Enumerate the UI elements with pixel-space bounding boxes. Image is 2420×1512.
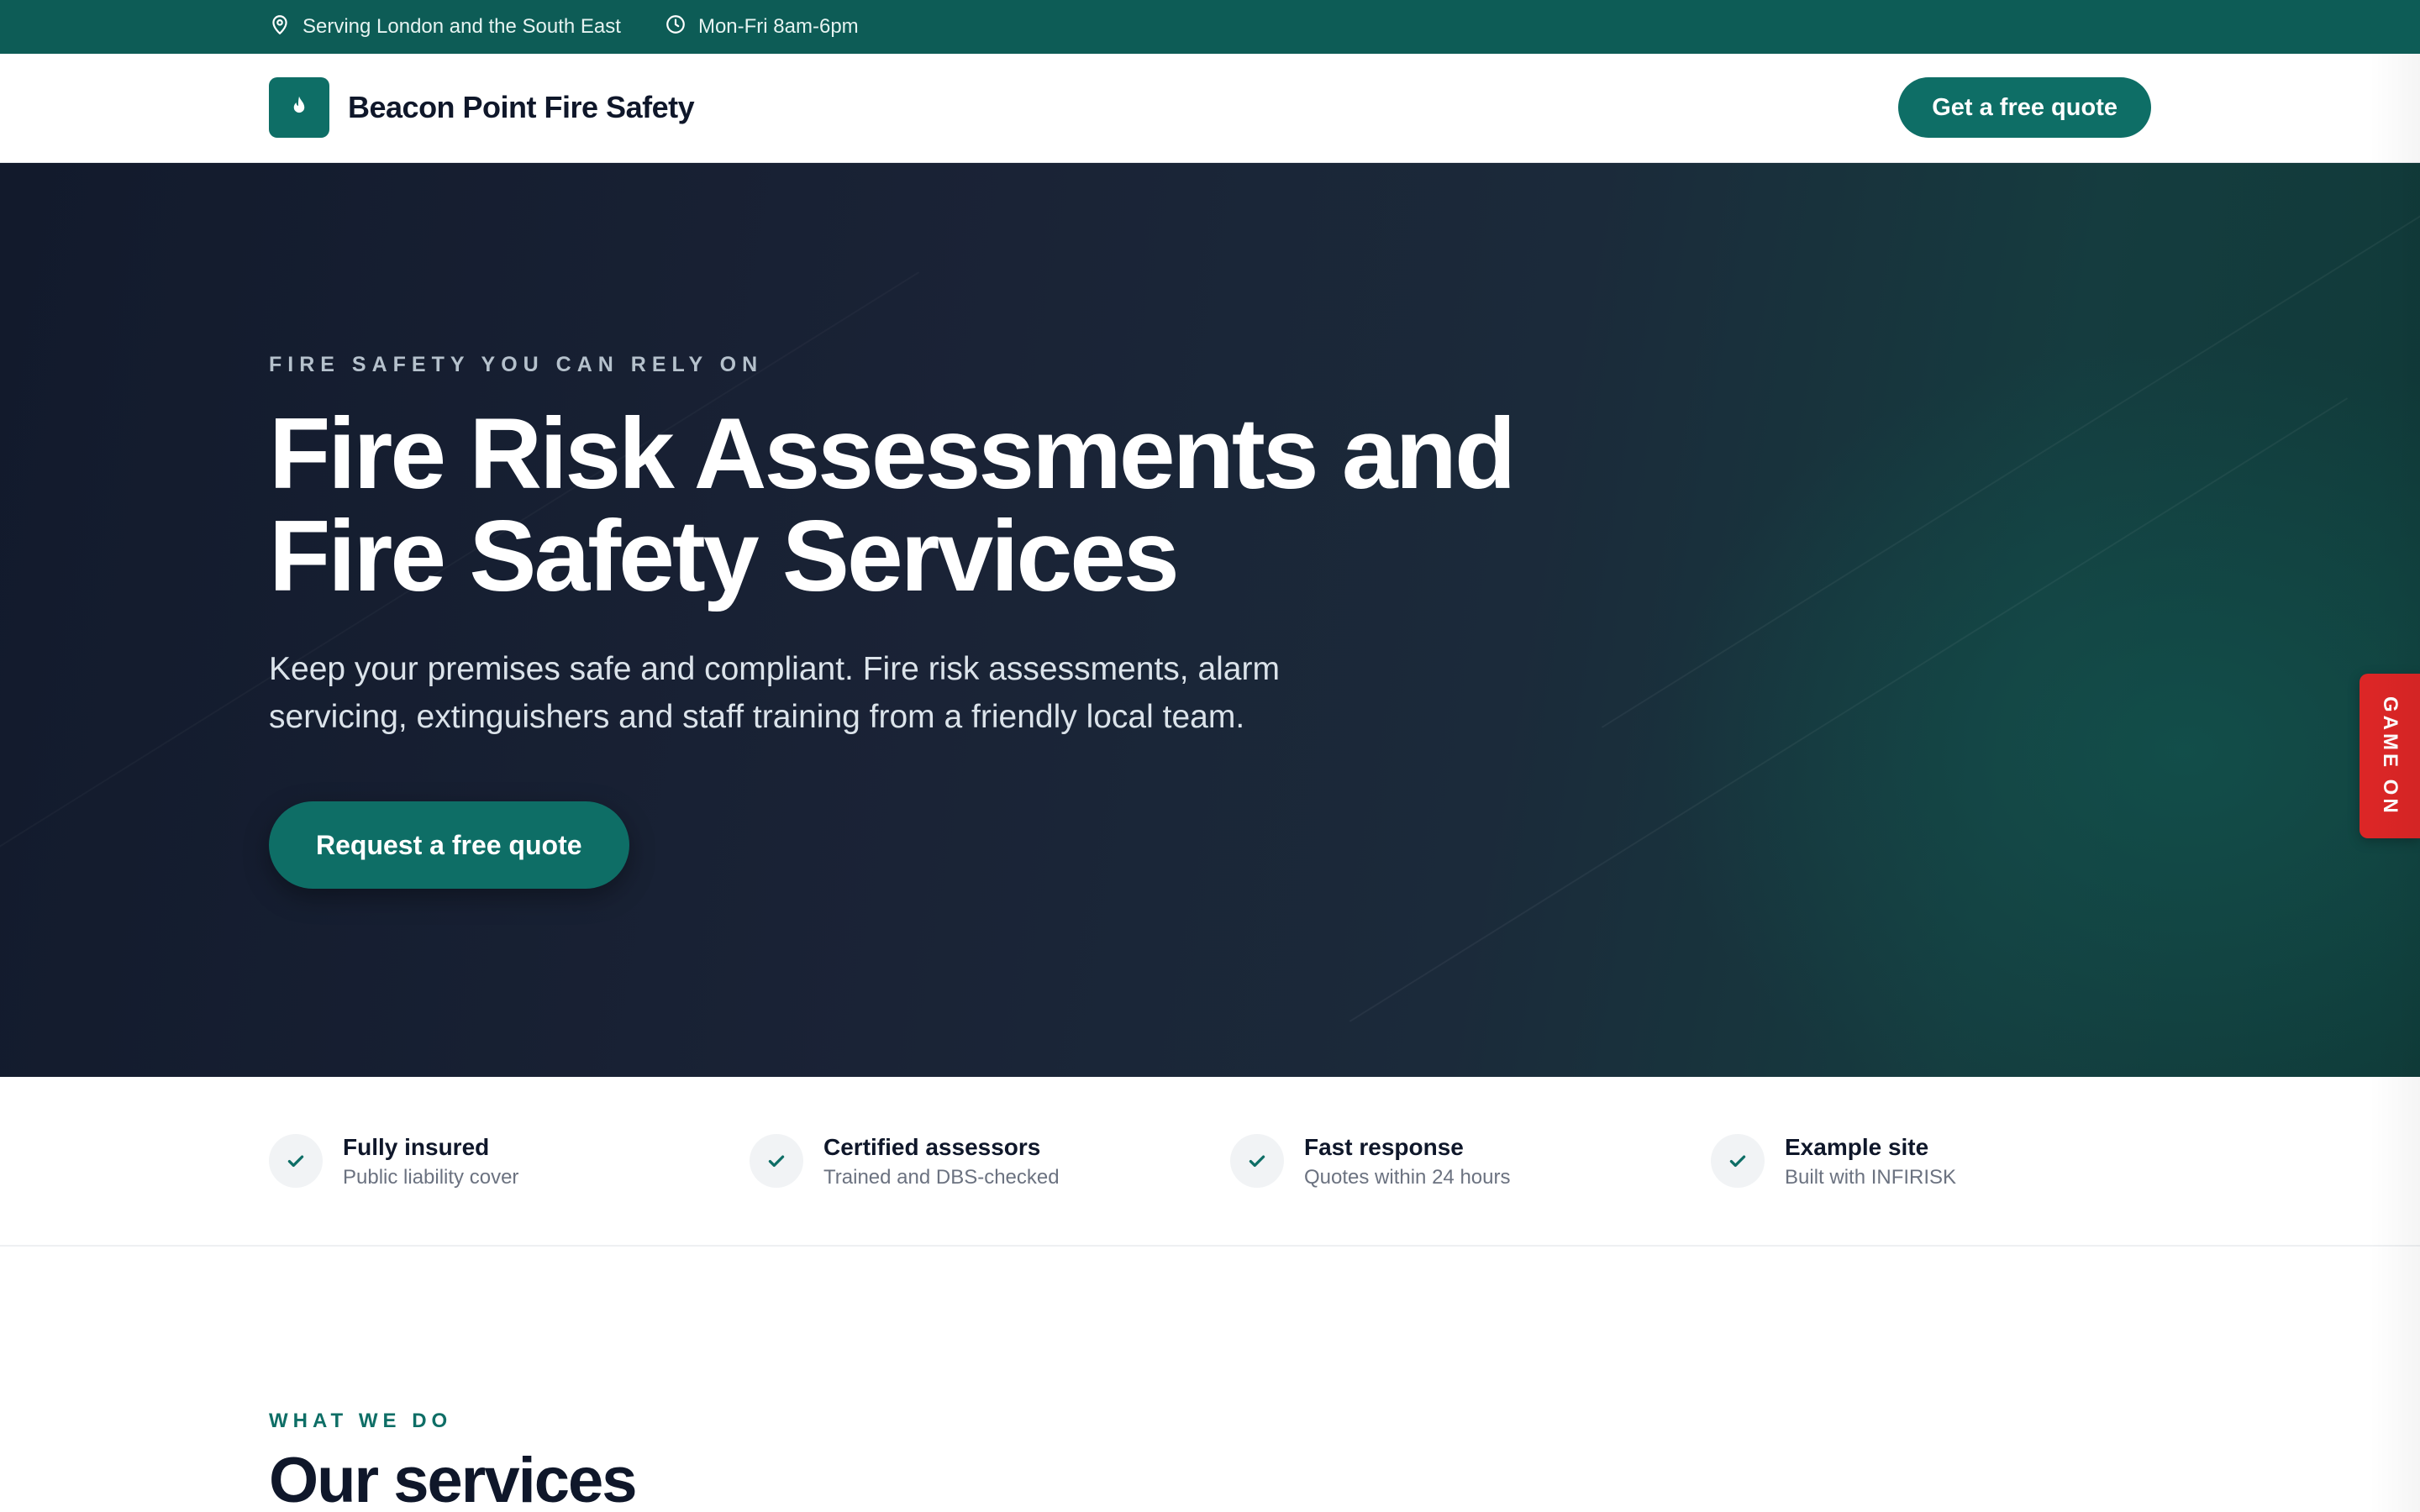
map-pin-icon <box>269 13 291 41</box>
check-icon <box>1711 1134 1765 1188</box>
site-header: Beacon Point Fire Safety Get a free quot… <box>0 54 2420 163</box>
location-info: Serving London and the South East <box>269 13 621 41</box>
features-strip: Fully insured Public liability cover Cer… <box>0 1077 2420 1247</box>
brand-logo <box>269 77 329 138</box>
check-icon <box>750 1134 803 1188</box>
hours-info: Mon-Fri 8am-6pm <box>665 13 859 41</box>
feature-title: Example site <box>1785 1134 1929 1160</box>
top-info-bar: Serving London and the South East Mon-Fr… <box>0 0 2420 54</box>
hero-subtitle: Keep your premises safe and compliant. F… <box>269 645 1445 741</box>
feature-item: Example site Built with INFIRISK <box>1711 1132 1956 1193</box>
hero-bg-streak <box>1601 163 2420 728</box>
hero-section: FIRE SAFETY YOU CAN RELY ON Fire Risk As… <box>0 163 2420 1077</box>
hours-text: Mon-Fri 8am-6pm <box>697 15 859 38</box>
feature-title: Fast response <box>1304 1134 1464 1160</box>
clock-icon <box>665 13 687 41</box>
feature-title: Fully insured <box>343 1134 490 1160</box>
feature-subtitle: Quotes within 24 hours <box>1304 1166 1511 1189</box>
feature-subtitle: Trained and DBS-checked <box>823 1166 1060 1189</box>
request-quote-button[interactable]: Request a free quote <box>269 801 629 889</box>
game-on-label: GAME ON <box>2379 696 2402 816</box>
location-text: Serving London and the South East <box>302 15 621 38</box>
hero-title-line2: Fire Safety Services <box>269 500 1180 612</box>
feature-subtitle: Built with INFIRISK <box>1785 1166 1957 1189</box>
services-title: Our services <box>269 1445 638 1512</box>
flame-icon <box>287 93 312 123</box>
hero-title: Fire Risk Assessments and Fire Safety Se… <box>269 402 1697 607</box>
game-on-tab[interactable]: GAME ON <box>2360 674 2420 838</box>
feature-title: Certified assessors <box>823 1134 1041 1160</box>
feature-item: Certified assessors Trained and DBS-chec… <box>750 1132 1060 1193</box>
feature-subtitle: Public liability cover <box>343 1166 519 1189</box>
feature-item: Fast response Quotes within 24 hours <box>1230 1132 1510 1193</box>
brand-name: Beacon Point Fire Safety <box>348 90 695 124</box>
brand-link[interactable]: Beacon Point Fire Safety <box>269 77 695 138</box>
check-icon <box>1230 1134 1284 1188</box>
hero-eyebrow: FIRE SAFETY YOU CAN RELY ON <box>269 353 764 376</box>
hero-subtitle-line2: servicing, extinguishers and staff train… <box>269 699 1245 735</box>
hero-title-line1: Fire Risk Assessments and <box>269 397 1516 510</box>
check-icon <box>269 1134 323 1188</box>
get-quote-button[interactable]: Get a free quote <box>1898 77 2151 138</box>
feature-item: Fully insured Public liability cover <box>269 1132 518 1193</box>
hero-subtitle-line1: Keep your premises safe and compliant. F… <box>269 651 1280 687</box>
services-eyebrow: WHAT WE DO <box>269 1410 453 1432</box>
